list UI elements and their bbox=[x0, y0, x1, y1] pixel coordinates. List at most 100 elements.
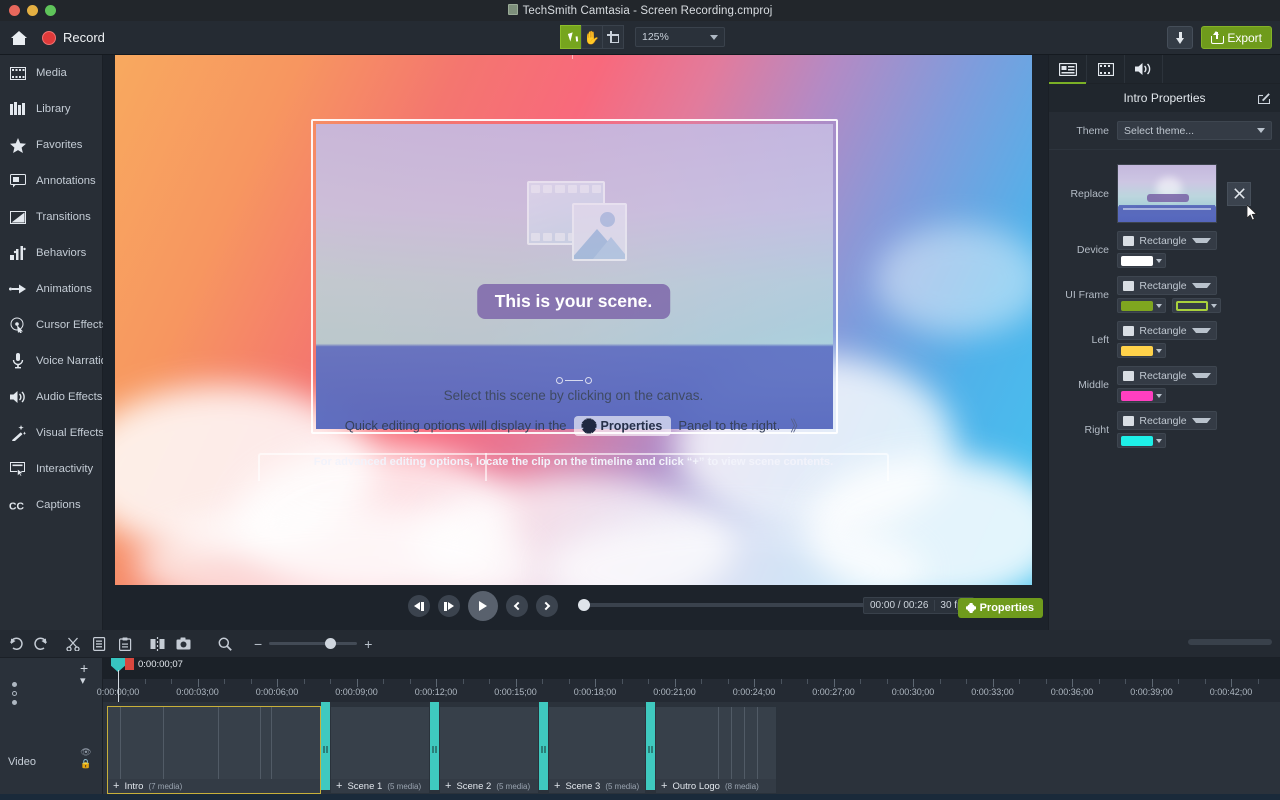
expand-clip-button[interactable]: + bbox=[554, 781, 560, 792]
properties-button[interactable]: Properties bbox=[958, 598, 1043, 618]
chevron-double-right-icon: 》 bbox=[790, 415, 802, 436]
sidebar-item-voice-narration[interactable]: Voice Narration bbox=[0, 343, 102, 379]
clip-transition-marker[interactable] bbox=[646, 702, 655, 790]
expand-clip-button[interactable]: + bbox=[445, 781, 451, 792]
split-button[interactable] bbox=[146, 633, 168, 655]
home-icon[interactable] bbox=[10, 30, 28, 46]
export-button[interactable]: Export bbox=[1201, 26, 1272, 49]
ruler-tick-minor bbox=[701, 679, 702, 684]
expand-clip-button[interactable]: + bbox=[336, 781, 342, 792]
sidebar-item-audio-effects[interactable]: Audio Effects bbox=[0, 379, 102, 415]
color-swatch bbox=[1121, 301, 1153, 311]
snapshot-button[interactable] bbox=[172, 633, 194, 655]
ruler-tick-label: 0:00:30;00 bbox=[892, 687, 935, 697]
ruler-tick-minor bbox=[1125, 679, 1126, 684]
scrubber-knob[interactable] bbox=[578, 599, 590, 611]
ruler-tick-minor bbox=[171, 679, 172, 684]
zoom-slider-track[interactable] bbox=[269, 642, 357, 645]
scene-rotation-handle[interactable] bbox=[556, 376, 592, 385]
replace-clear-button[interactable] bbox=[1227, 182, 1251, 206]
sidebar-item-library[interactable]: Library bbox=[0, 91, 102, 127]
add-track-button[interactable]: + bbox=[80, 662, 102, 674]
ruler-tick-minor bbox=[145, 679, 146, 684]
table-row[interactable]: + Outro Logo (8 media) bbox=[655, 706, 777, 794]
step-back-button[interactable] bbox=[408, 595, 430, 617]
sidebar-item-favorites[interactable]: Favorites bbox=[0, 127, 102, 163]
device-shape-select[interactable]: Rectangle bbox=[1117, 231, 1217, 250]
sidebar-item-behaviors[interactable]: Behaviors bbox=[0, 235, 102, 271]
clip-transition-marker[interactable] bbox=[321, 702, 330, 790]
video-canvas[interactable]: This is your scene. Select this scene by… bbox=[115, 55, 1032, 585]
sidebar-item-visual-effects[interactable]: Visual Effects bbox=[0, 415, 102, 451]
ruler-tick-label: 0:00:24;00 bbox=[733, 687, 776, 697]
redo-button[interactable] bbox=[30, 633, 52, 655]
sidebar-item-transitions[interactable]: Transitions bbox=[0, 199, 102, 235]
play-button[interactable] bbox=[468, 591, 498, 621]
replace-row: Replace bbox=[1049, 164, 1280, 223]
canvas-area: This is your scene. Select this scene by… bbox=[103, 55, 1048, 630]
sidebar-item-animations[interactable]: Animations bbox=[0, 271, 102, 307]
sidebar-item-label: Library bbox=[36, 103, 71, 115]
clip-transition-marker[interactable] bbox=[539, 702, 548, 790]
uiframe-stroke-color-select[interactable] bbox=[1172, 298, 1221, 313]
zoom-out-button[interactable]: − bbox=[254, 637, 262, 651]
chevron-down-icon bbox=[1156, 349, 1162, 353]
window-titlebar: TechSmith Camtasia - Screen Recording.cm… bbox=[0, 0, 1280, 21]
right-shape-select[interactable]: Rectangle bbox=[1117, 411, 1217, 430]
sidebar-item-captions[interactable]: CC Captions bbox=[0, 487, 102, 523]
next-marker-button[interactable] bbox=[536, 595, 558, 617]
download-button[interactable] bbox=[1167, 26, 1193, 49]
cc-icon: CC bbox=[9, 497, 26, 514]
previous-marker-button[interactable] bbox=[506, 595, 528, 617]
sidebar-item-media[interactable]: Media bbox=[0, 55, 102, 91]
table-row[interactable]: + Scene 2 (5 media) bbox=[439, 706, 539, 794]
chevron-down-icon bbox=[710, 35, 718, 40]
crop-tool-button[interactable] bbox=[602, 25, 624, 49]
replace-thumbnail[interactable] bbox=[1117, 164, 1217, 223]
hand-tool-button[interactable]: ✋ bbox=[581, 25, 603, 49]
canvas-zoom-select[interactable]: 125% bbox=[635, 27, 725, 47]
timeline-top-scrollbar[interactable] bbox=[1188, 639, 1272, 645]
device-color-select[interactable] bbox=[1117, 253, 1166, 268]
sidebar-item-interactivity[interactable]: Interactivity bbox=[0, 451, 102, 487]
edit-pencil-icon[interactable] bbox=[1258, 92, 1270, 104]
right-color-select[interactable] bbox=[1117, 433, 1166, 448]
expand-clip-button[interactable]: + bbox=[661, 781, 667, 792]
table-row[interactable]: + Scene 3 (5 media) bbox=[548, 706, 646, 794]
tab-properties[interactable] bbox=[1049, 55, 1087, 83]
cut-button[interactable] bbox=[62, 633, 84, 655]
table-row[interactable]: + Scene 1 (5 media) bbox=[330, 706, 430, 794]
step-forward-button[interactable] bbox=[438, 595, 460, 617]
uiframe-fill-color-select[interactable] bbox=[1117, 298, 1166, 313]
tab-audio[interactable] bbox=[1125, 55, 1163, 83]
zoom-to-fit-button[interactable] bbox=[214, 633, 236, 655]
timeline-ruler[interactable]: 0:00:00;000:00:03;000:00:06;000:00:09;00… bbox=[103, 658, 1280, 702]
clip-transition-marker[interactable] bbox=[430, 702, 439, 790]
uiframe-shape-select[interactable]: Rectangle bbox=[1117, 276, 1217, 295]
zoom-slider-knob[interactable] bbox=[325, 638, 336, 649]
paste-button[interactable] bbox=[114, 633, 136, 655]
middle-shape-select[interactable]: Rectangle bbox=[1117, 366, 1217, 385]
record-button[interactable]: Record bbox=[42, 30, 105, 45]
track-visibility-lock-icons[interactable]: 👁🔒 bbox=[82, 746, 92, 770]
zoom-in-button[interactable]: + bbox=[364, 637, 372, 651]
sidebar-item-annotations[interactable]: Annotations bbox=[0, 163, 102, 199]
left-shape-select[interactable]: Rectangle bbox=[1117, 321, 1217, 340]
expand-clip-button[interactable]: + bbox=[113, 781, 119, 792]
table-row[interactable]: + Intro (7 media) bbox=[107, 706, 321, 794]
select-tool-button[interactable] bbox=[560, 25, 582, 49]
ruler-tick-minor bbox=[224, 679, 225, 684]
track-collapse-button[interactable]: ▾ bbox=[80, 674, 102, 688]
ruler-tick-label: 0:00:15;00 bbox=[494, 687, 537, 697]
sidebar-item-cursor-effects[interactable]: Cursor Effects bbox=[0, 307, 102, 343]
copy-button[interactable] bbox=[88, 633, 110, 655]
group-label: Device bbox=[1049, 244, 1117, 256]
theme-select[interactable]: Select theme... bbox=[1117, 121, 1272, 140]
middle-color-select[interactable] bbox=[1117, 388, 1166, 403]
ruler-tick-label: 0:00:09;00 bbox=[335, 687, 378, 697]
tab-video[interactable] bbox=[1087, 55, 1125, 83]
sidebar-item-label: Captions bbox=[36, 499, 81, 511]
left-color-select[interactable] bbox=[1117, 343, 1166, 358]
ruler-tick bbox=[277, 679, 278, 687]
undo-button[interactable] bbox=[4, 633, 26, 655]
